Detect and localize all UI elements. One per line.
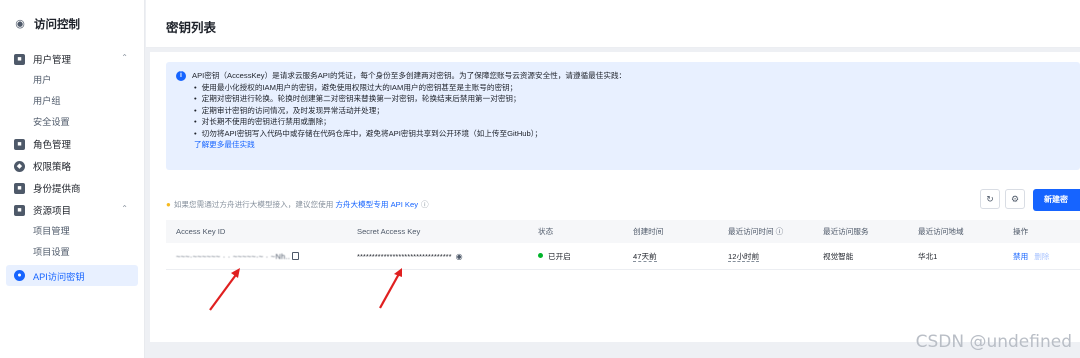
- settings-button[interactable]: ⚙: [1005, 189, 1025, 209]
- sidebar-item-user-groups[interactable]: 用户组: [0, 91, 144, 112]
- last-region-cell: 华北1: [918, 251, 938, 261]
- column-header: 创建时间: [633, 227, 664, 236]
- refresh-button[interactable]: ↻: [980, 189, 1000, 209]
- sidebar-group-users[interactable]: ■ 用户管理 ⌃: [0, 48, 144, 70]
- last-access-cell: 12小时前: [718, 251, 813, 262]
- delete-button[interactable]: 删除: [1034, 252, 1049, 261]
- notice-bullet: 切勿将API密钥写入代码中或存储在代码仓库中，避免将API密钥共享到公开环境（如…: [194, 128, 1080, 140]
- notice-bullet: 使用最小化授权的IAM用户的密钥，避免使用权限过大的IAM用户的密钥甚至是主账号…: [194, 82, 1080, 94]
- notice-bullet: 对长期不使用的密钥进行禁用或删除；: [194, 116, 1080, 128]
- annotation-arrow-secret-key: [379, 268, 402, 309]
- sidebar-title: ◉ 访问控制: [0, 0, 144, 48]
- help-circle-icon[interactable]: ⓘ: [421, 199, 429, 210]
- chevron-up-icon: ⌃: [121, 53, 128, 62]
- sidebar-title-label: 访问控制: [34, 19, 80, 31]
- identity-provider-icon: ■: [14, 182, 25, 194]
- actions-cell: 禁用 删除: [1003, 251, 1080, 262]
- column-header: Access Key ID: [176, 227, 226, 236]
- info-icon: i: [176, 71, 186, 81]
- sidebar-group-label: 身份提供商: [33, 184, 81, 195]
- sidebar-group-label: 角色管理: [33, 140, 72, 151]
- sidebar-group-policies[interactable]: ◆ 权限策略: [0, 155, 144, 177]
- sidebar-item-label: API访问密钥: [33, 271, 85, 282]
- sidebar-item-project-settings[interactable]: 项目设置: [0, 242, 144, 263]
- best-practice-link[interactable]: 了解更多最佳实践: [176, 139, 1080, 151]
- notice-bullet: 定期对密钥进行轮换。轮换时创建第二对密钥来替换第一对密钥，轮换结束后禁用第一对密…: [194, 93, 1080, 105]
- lightbulb-icon: ●: [166, 200, 171, 209]
- column-header: 状态: [538, 227, 554, 236]
- sidebar: ◉ 访问控制 ■ 用户管理 ⌃ 用户 用户组 安全设置 ■ 角色管理 ◆ 权限策…: [0, 0, 145, 358]
- policy-icon: ◆: [14, 160, 25, 172]
- sidebar-item-project-management[interactable]: 项目管理: [0, 221, 144, 242]
- last-access-time: 12小时前: [728, 251, 760, 262]
- copy-icon[interactable]: [292, 251, 300, 260]
- column-header: 最近访问地域: [918, 227, 964, 236]
- notice-bullet: 定期审计密钥的访问情况，及时发现异常活动并处理；: [194, 105, 1080, 117]
- page-title: 密钥列表: [166, 21, 217, 35]
- best-practice-notice: i API密钥（AccessKey）是请求云服务API的凭证，每个身份至多创建两…: [166, 62, 1080, 170]
- watermark: CSDN @undefined: [915, 332, 1072, 352]
- status-text: 已开启: [548, 251, 571, 261]
- disable-button[interactable]: 禁用: [1013, 252, 1028, 261]
- secret-key-cell: ******************************** ◉: [347, 252, 528, 261]
- eye-icon[interactable]: ◉: [456, 252, 463, 261]
- key-table: Access Key ID Secret Access Key 状态 创建时间 …: [166, 220, 1080, 270]
- created-cell: 47天前: [623, 251, 718, 262]
- notice-intro: API密钥（AccessKey）是请求云服务API的凭证，每个身份至多创建两对密…: [192, 71, 627, 80]
- table-header: Access Key ID Secret Access Key 状态 创建时间 …: [166, 220, 1080, 243]
- shield-icon: ◉: [15, 18, 25, 30]
- secret-access-key: ********************************: [357, 251, 452, 261]
- ark-api-key-link[interactable]: 方舟大模型专用 API Key: [335, 199, 418, 210]
- status-cell: 已开启: [528, 251, 623, 262]
- sidebar-group-projects[interactable]: ■ 资源项目 ⌃: [0, 199, 144, 221]
- sidebar-item-security-settings[interactable]: 安全设置: [0, 112, 144, 133]
- project-icon: ■: [14, 204, 25, 216]
- access-key-id: ~~~·~~~~~~ · · ~~~~~·~ · ~Nh..: [176, 251, 291, 261]
- sidebar-group-label: 用户管理: [33, 55, 72, 66]
- sidebar-group-identity-providers[interactable]: ■ 身份提供商: [0, 177, 144, 199]
- column-header: 最近访问时间 ⓘ: [728, 227, 784, 236]
- status-dot: [538, 252, 543, 258]
- page-header: 密钥列表: [146, 0, 1080, 48]
- role-icon: ■: [14, 138, 25, 150]
- user-management-icon: ■: [14, 53, 25, 65]
- sidebar-group-roles[interactable]: ■ 角色管理: [0, 133, 144, 155]
- access-key-id-cell: ~~~·~~~~~~ · · ~~~~~·~ · ~Nh..: [166, 251, 347, 261]
- ark-hint: ● 如果您需通过方舟进行大模型接入，建议您使用 方舟大模型专用 API Key …: [166, 199, 429, 210]
- column-header: 最近访问服务: [823, 227, 869, 236]
- chevron-up-icon: ⌃: [121, 204, 128, 213]
- column-header: 操作: [1013, 227, 1029, 236]
- notice-list: 使用最小化授权的IAM用户的密钥，避免使用权限过大的IAM用户的密钥甚至是主账号…: [176, 82, 1080, 140]
- content-card: i API密钥（AccessKey）是请求云服务API的凭证，每个身份至多创建两…: [150, 52, 1080, 342]
- create-key-button[interactable]: 新建密: [1033, 189, 1080, 211]
- sidebar-group-label: 权限策略: [33, 162, 72, 173]
- gear-icon: ⚙: [1010, 194, 1020, 204]
- created-time: 47天前: [633, 251, 657, 262]
- key-shield-icon: ●: [14, 270, 25, 281]
- sidebar-item-users[interactable]: 用户: [0, 70, 144, 91]
- column-header: Secret Access Key: [357, 227, 421, 236]
- sidebar-group-label: 资源项目: [33, 206, 72, 217]
- refresh-icon: ↻: [986, 194, 994, 204]
- sidebar-item-api-keys[interactable]: ● API访问密钥: [6, 265, 138, 286]
- annotation-arrow-access-key: [209, 268, 240, 311]
- last-service-cell: 视觉智能: [823, 251, 854, 261]
- hint-text: 如果您需通过方舟进行大模型接入，建议您使用: [173, 200, 334, 209]
- table-row: ~~~·~~~~~~ · · ~~~~~·~ · ~Nh.. *********…: [166, 243, 1080, 270]
